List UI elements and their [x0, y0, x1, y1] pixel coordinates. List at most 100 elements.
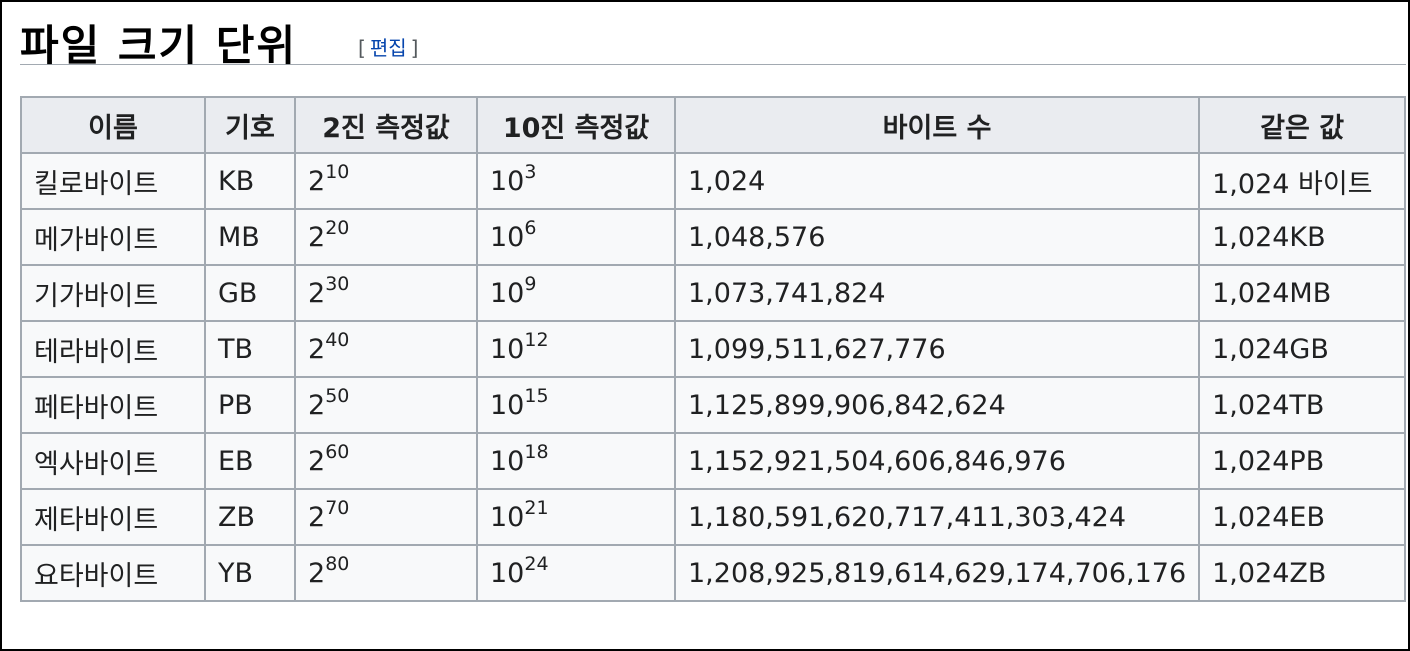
table-row: 메가바이트 MB 220 106 1,048,576 1,024KB — [20, 208, 1407, 266]
decimal-base: 10 — [490, 557, 525, 589]
header-decimal-value: 10진 측정값 — [476, 96, 676, 154]
binary-base: 2 — [308, 221, 326, 253]
binary-base: 2 — [308, 165, 326, 197]
binary-exponent: 40 — [325, 328, 350, 351]
binary-base: 2 — [308, 557, 326, 589]
cell-byte-count: 1,099,511,627,776 — [673, 320, 1201, 378]
cell-binary-value: 230 — [294, 264, 478, 322]
binary-exponent: 30 — [325, 272, 350, 295]
decimal-base: 10 — [490, 221, 525, 253]
binary-exponent: 10 — [325, 160, 350, 183]
binary-base: 2 — [308, 277, 326, 309]
edit-bracket-open: [ — [358, 36, 366, 60]
cell-name: 메가바이트 — [20, 208, 206, 266]
cell-byte-count: 1,180,591,620,717,411,303,424 — [673, 488, 1201, 546]
table-row: 테라바이트 TB 240 1012 1,099,511,627,776 1,02… — [20, 320, 1407, 378]
cell-equal-value: 1,024KB — [1198, 208, 1407, 266]
edit-section: [편집] — [358, 32, 418, 61]
cell-name: 킬로바이트 — [20, 152, 206, 210]
file-size-units-table: 이름 기호 2진 측정값 10진 측정값 바이트 수 같은 값 킬로바이트 KB… — [20, 96, 1407, 602]
cell-equal-value: 1,024TB — [1198, 376, 1407, 434]
table-row: 엑사바이트 EB 260 1018 1,152,921,504,606,846,… — [20, 432, 1407, 490]
cell-byte-count: 1,125,899,906,842,624 — [673, 376, 1201, 434]
binary-exponent: 20 — [325, 216, 350, 239]
decimal-base: 10 — [490, 277, 525, 309]
cell-name: 제타바이트 — [20, 488, 206, 546]
cell-equal-value: 1,024 바이트 — [1198, 152, 1407, 210]
binary-exponent: 50 — [325, 384, 350, 407]
decimal-base: 10 — [490, 389, 525, 421]
edit-bracket-close: ] — [410, 36, 419, 60]
binary-exponent: 80 — [325, 552, 350, 575]
binary-exponent: 70 — [325, 496, 350, 519]
cell-symbol: ZB — [204, 488, 296, 546]
binary-exponent: 60 — [325, 440, 350, 463]
header-name: 이름 — [20, 96, 206, 154]
cell-name: 페타바이트 — [20, 376, 206, 434]
cell-byte-count: 1,208,925,819,614,629,174,706,176 — [673, 544, 1201, 602]
cell-symbol: PB — [204, 376, 296, 434]
decimal-exponent: 15 — [524, 384, 549, 407]
binary-base: 2 — [308, 501, 326, 533]
cell-name: 엑사바이트 — [20, 432, 206, 490]
cell-byte-count: 1,073,741,824 — [673, 264, 1201, 322]
cell-decimal-value: 1021 — [476, 488, 676, 546]
decimal-base: 10 — [490, 445, 525, 477]
header-binary-value: 2진 측정값 — [294, 96, 478, 154]
binary-base: 2 — [308, 333, 326, 365]
cell-name: 테라바이트 — [20, 320, 206, 378]
cell-symbol: KB — [204, 152, 296, 210]
cell-name: 요타바이트 — [20, 544, 206, 602]
header-byte-count: 바이트 수 — [673, 96, 1201, 154]
cell-byte-count: 1,048,576 — [673, 208, 1201, 266]
header-equal-value: 같은 값 — [1198, 96, 1407, 154]
cell-decimal-value: 1012 — [476, 320, 676, 378]
section-heading: 파일 크기 단위 [편집] — [20, 6, 1406, 70]
cell-binary-value: 240 — [294, 320, 478, 378]
table-row: 기가바이트 GB 230 109 1,073,741,824 1,024MB — [20, 264, 1407, 322]
cell-decimal-value: 1018 — [476, 432, 676, 490]
decimal-exponent: 12 — [524, 328, 549, 351]
cell-symbol: YB — [204, 544, 296, 602]
cell-equal-value: 1,024GB — [1198, 320, 1407, 378]
cell-name: 기가바이트 — [20, 264, 206, 322]
cell-decimal-value: 103 — [476, 152, 676, 210]
decimal-base: 10 — [490, 333, 525, 365]
cell-binary-value: 250 — [294, 376, 478, 434]
table-row: 제타바이트 ZB 270 1021 1,180,591,620,717,411,… — [20, 488, 1407, 546]
decimal-exponent: 6 — [524, 216, 537, 239]
table-row: 페타바이트 PB 250 1015 1,125,899,906,842,624 … — [20, 376, 1407, 434]
table-row: 요타바이트 YB 280 1024 1,208,925,819,614,629,… — [20, 544, 1407, 602]
cell-equal-value: 1,024PB — [1198, 432, 1407, 490]
cell-binary-value: 260 — [294, 432, 478, 490]
cell-equal-value: 1,024EB — [1198, 488, 1407, 546]
decimal-exponent: 9 — [524, 272, 537, 295]
cell-binary-value: 270 — [294, 488, 478, 546]
cell-binary-value: 280 — [294, 544, 478, 602]
decimal-exponent: 21 — [524, 496, 549, 519]
cell-decimal-value: 109 — [476, 264, 676, 322]
cell-decimal-value: 106 — [476, 208, 676, 266]
cell-byte-count: 1,024 — [673, 152, 1201, 210]
cell-decimal-value: 1015 — [476, 376, 676, 434]
cell-byte-count: 1,152,921,504,606,846,976 — [673, 432, 1201, 490]
header-symbol: 기호 — [204, 96, 296, 154]
cell-equal-value: 1,024ZB — [1198, 544, 1407, 602]
cell-decimal-value: 1024 — [476, 544, 676, 602]
decimal-exponent: 3 — [524, 160, 537, 183]
decimal-exponent: 24 — [524, 552, 549, 575]
cell-equal-value: 1,024MB — [1198, 264, 1407, 322]
decimal-base: 10 — [490, 165, 525, 197]
binary-base: 2 — [308, 389, 326, 421]
section-title: 파일 크기 단위 — [20, 21, 298, 70]
cell-symbol: TB — [204, 320, 296, 378]
cell-binary-value: 220 — [294, 208, 478, 266]
cell-symbol: EB — [204, 432, 296, 490]
decimal-base: 10 — [490, 501, 525, 533]
decimal-exponent: 18 — [524, 440, 549, 463]
table-header-row: 이름 기호 2진 측정값 10진 측정값 바이트 수 같은 값 — [20, 96, 1407, 154]
cell-binary-value: 210 — [294, 152, 478, 210]
cell-symbol: GB — [204, 264, 296, 322]
edit-link[interactable]: 편집 — [370, 36, 407, 60]
cell-symbol: MB — [204, 208, 296, 266]
